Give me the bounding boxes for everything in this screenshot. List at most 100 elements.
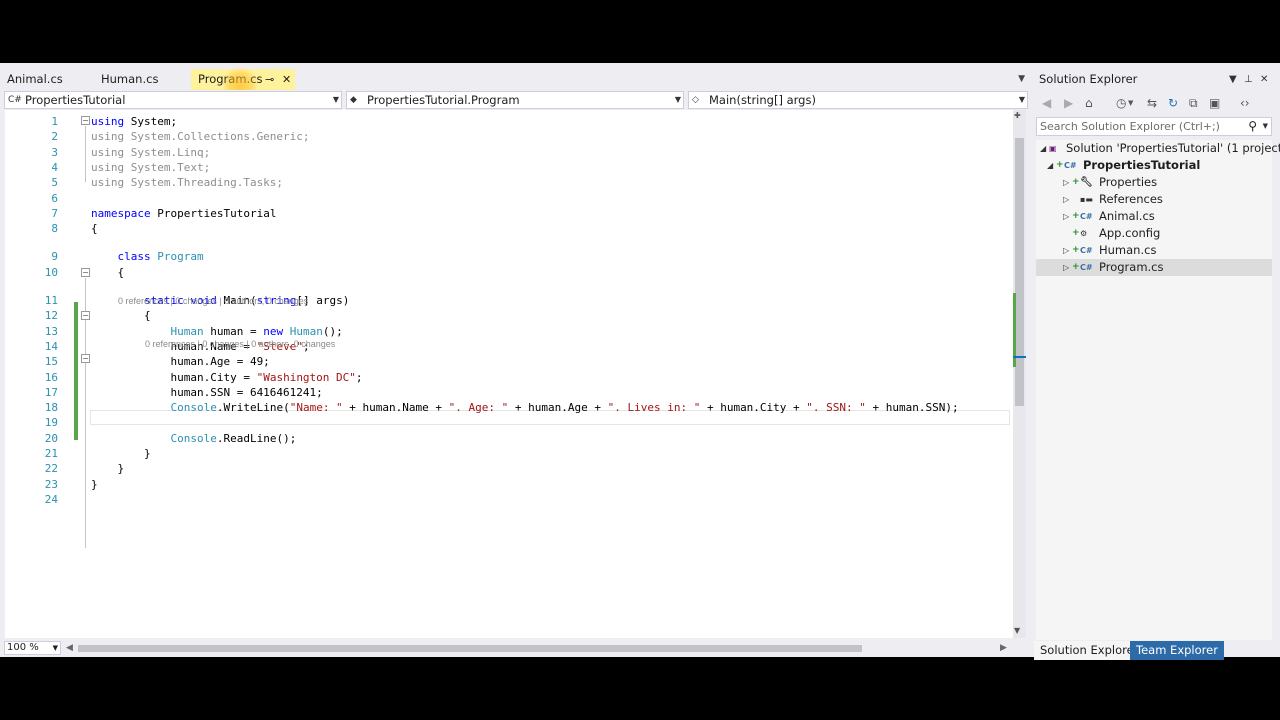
collapse-method-icon[interactable]: − [81, 354, 90, 363]
added-icon: + [1056, 160, 1064, 170]
member-dropdown[interactable]: ◇ Main(string[] args) ▼ [688, 91, 1028, 109]
code-text-area[interactable]: 1 2 3 4 5 6 7 8 9 10 11 12 13 14 15 16 17 18 19 20 21 22 23 24 … [5, 110, 1013, 638]
tree-item-program-cs[interactable]: ▷ + C# Program.cs [1036, 259, 1272, 276]
code-line[interactable]: } [91, 477, 98, 492]
code-line[interactable]: using System.Collections.Generic; [91, 129, 310, 144]
tab-solution-explorer[interactable]: Solution Explorer [1034, 641, 1145, 660]
line-number: 16 [44, 370, 58, 384]
tab-human-cs[interactable]: Human.cs [94, 69, 190, 90]
code-line[interactable]: using System.Text; [91, 160, 210, 175]
pending-changes-filter-icon[interactable]: ◷ [1116, 96, 1126, 110]
collapsed-arrow-icon[interactable]: ▷ [1063, 242, 1069, 259]
window-position-dropdown-icon[interactable]: ▼ [1229, 69, 1237, 90]
code-line[interactable]: human.City = "Washington DC"; [91, 370, 362, 385]
project-dropdown-value: PropertiesTutorial [25, 93, 126, 107]
zoom-dropdown[interactable]: 100 % ▼ [4, 641, 61, 655]
collapse-class-icon[interactable]: − [81, 311, 90, 320]
chevron-down-icon: ▼ [332, 95, 339, 104]
expanded-arrow-icon[interactable]: ◢ [1040, 140, 1046, 157]
line-number: 4 [51, 160, 58, 174]
back-icon[interactable]: ◀ [1042, 96, 1051, 110]
visual-studio-window: Animal.cs Human.cs Program.cs ⊸ ✕ ▼ C# P… [0, 63, 1280, 660]
close-tab-icon[interactable]: ✕ [282, 69, 291, 90]
tab-label: Team Explorer [1136, 643, 1218, 657]
code-line[interactable]: } [91, 446, 151, 461]
chevron-down-icon[interactable]: ▼ [1128, 99, 1133, 107]
solution-icon: ▣ [1049, 144, 1057, 153]
code-line[interactable]: Console.ReadLine(); [91, 431, 296, 446]
split-editor-icon[interactable]: ✚ [1014, 111, 1021, 120]
solution-search-input[interactable]: Search Solution Explorer (Ctrl+;) ⚲ ▼ [1036, 117, 1272, 136]
tab-overflow-dropdown-icon[interactable]: ▼ [1018, 74, 1025, 84]
scroll-left-icon[interactable]: ◀ [66, 641, 73, 655]
pin-icon[interactable]: ⊥ [1244, 69, 1253, 90]
home-icon[interactable]: ⌂ [1085, 96, 1093, 110]
vertical-scroll-thumb[interactable] [1015, 138, 1024, 406]
project-dropdown[interactable]: C# PropertiesTutorial ▼ [4, 91, 342, 109]
line-number: 21 [44, 447, 58, 460]
code-line[interactable]: class Program [91, 249, 204, 264]
collapse-all-icon[interactable]: ⧉ [1189, 96, 1198, 111]
tab-team-explorer[interactable]: Team Explorer [1130, 641, 1224, 660]
search-icon[interactable]: ⚲ [1248, 118, 1257, 135]
code-line[interactable]: using System; [91, 114, 177, 129]
expanded-arrow-icon[interactable]: ◢ [1047, 157, 1053, 174]
codelens-method[interactable]: 0 references | 0 changes | 0 authors, 0 … [145, 339, 335, 349]
horizontal-scrollbar[interactable]: ◀ ▶ [64, 641, 1010, 655]
forward-icon[interactable]: ▶ [1064, 96, 1073, 110]
tab-program-cs[interactable]: Program.cs [191, 69, 295, 90]
collapsed-arrow-icon[interactable]: ▷ [1063, 259, 1069, 276]
tree-item-solution[interactable]: ◢ ▣ Solution 'PropertiesTutorial' (1 pro… [1036, 140, 1280, 157]
code-line[interactable]: } [91, 461, 124, 476]
member-dropdown-value: Main(string[] args) [709, 93, 816, 107]
solution-explorer-header: Solution Explorer ▼ ⊥ ✕ [1034, 69, 1274, 90]
line-number: 14 [44, 339, 58, 353]
class-dropdown[interactable]: ◆ PropertiesTutorial.Program ▼ [346, 91, 684, 109]
codelens-class[interactable]: 0 references | 0 changes | 0 authors, 0 … [118, 296, 308, 306]
line-number: 18 [44, 401, 58, 415]
collapsed-arrow-icon[interactable]: ▷ [1063, 174, 1069, 191]
tab-label: Animal.cs [7, 72, 63, 86]
show-all-files-icon[interactable]: ▣ [1209, 96, 1220, 110]
tree-item-app-config[interactable]: + ⚙ App.config [1036, 225, 1272, 242]
code-line[interactable]: human.Age = 49; [91, 354, 269, 369]
code-line[interactable]: human.SSN = 6416461241; [91, 385, 322, 400]
refresh-icon[interactable]: ↻ [1168, 96, 1178, 110]
changed-lines-marker [74, 302, 78, 440]
collapsed-arrow-icon[interactable]: ▷ [1063, 191, 1069, 208]
horizontal-scroll-thumb[interactable] [78, 645, 862, 652]
view-code-icon[interactable]: ‹› [1240, 96, 1250, 110]
tree-item-project[interactable]: ◢ + C# PropertiesTutorial [1036, 157, 1272, 174]
chevron-down-icon: ▼ [1018, 95, 1025, 104]
code-line[interactable]: { [91, 265, 124, 280]
code-line[interactable]: using System.Linq; [91, 145, 210, 160]
line-number: 10 [44, 265, 58, 279]
code-line[interactable]: { [91, 308, 151, 323]
scroll-right-icon[interactable]: ▶ [1000, 641, 1007, 655]
tree-item-animal-cs[interactable]: ▷ + C# Animal.cs [1036, 208, 1272, 225]
code-line[interactable]: { [91, 221, 98, 236]
tree-item-properties[interactable]: ▷ + 🔧︎ Properties [1036, 174, 1272, 191]
tree-item-human-cs[interactable]: ▷ + C# Human.cs [1036, 242, 1272, 259]
sync-active-document-icon[interactable]: ⇆ [1147, 96, 1157, 110]
line-number: 17 [44, 385, 58, 399]
code-line[interactable]: Human human = new Human(); [91, 324, 342, 339]
collapse-namespace-icon[interactable]: − [81, 268, 90, 277]
csharp-project-icon: C# [1064, 161, 1077, 170]
tab-animal-cs[interactable]: Animal.cs [0, 69, 90, 90]
added-icon: + [1072, 211, 1080, 221]
collapsed-arrow-icon[interactable]: ▷ [1063, 208, 1069, 225]
collapse-usings-icon[interactable]: − [81, 116, 90, 125]
line-number: 19 [44, 416, 58, 430]
code-line[interactable]: using System.Threading.Tasks; [91, 175, 283, 190]
tree-item-references[interactable]: ▷ ▪▬ References [1036, 191, 1272, 208]
code-line[interactable]: namespace PropertiesTutorial [91, 206, 276, 221]
line-number: 7 [51, 206, 58, 220]
vertical-scrollbar[interactable]: ✚ ▼ [1013, 110, 1026, 638]
code-line[interactable]: Console.WriteLine("Name: " + human.Name … [91, 400, 958, 415]
scroll-down-icon[interactable]: ▼ [1014, 626, 1020, 635]
pin-icon[interactable]: ⊸ [265, 69, 274, 90]
chevron-down-icon: ▼ [52, 644, 58, 652]
close-icon[interactable]: ✕ [1260, 69, 1268, 90]
chevron-down-icon[interactable]: ▼ [1263, 118, 1268, 135]
